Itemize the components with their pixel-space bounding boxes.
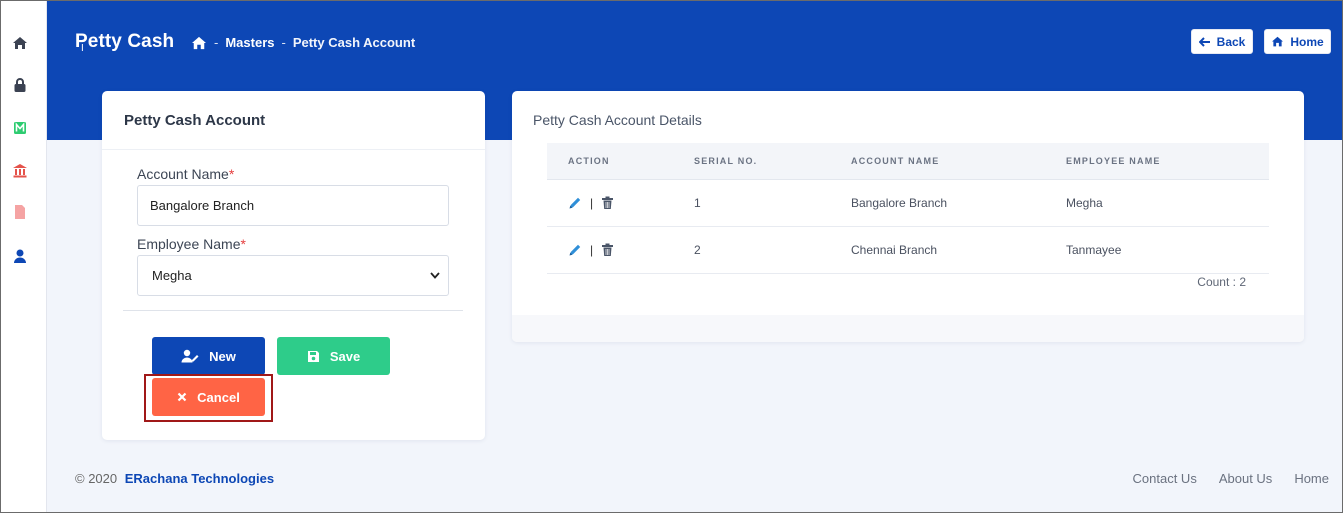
sidebar — [1, 1, 47, 512]
home-icon[interactable] — [191, 36, 207, 50]
table-row: | 1 Bangalore Branch Megha — [547, 179, 1269, 227]
new-button[interactable]: New — [152, 337, 265, 375]
column-header-action: ACTION — [547, 143, 694, 180]
employee-name-cell: Megha — [1066, 179, 1269, 227]
column-header-account: ACCOUNT NAME — [851, 143, 1066, 180]
footer-links: Contact Us About Us Home — [1133, 471, 1329, 486]
account-name-label: Account Name* — [137, 166, 234, 182]
required-mark: * — [240, 236, 246, 252]
record-count: Count : 2 — [1197, 275, 1246, 289]
lock-icon[interactable] — [11, 76, 29, 94]
page-title: Petty Cash — [75, 31, 175, 52]
card-footer — [512, 315, 1304, 342]
cancel-button[interactable]: Cancel — [152, 378, 265, 416]
employee-name-value: Megha — [152, 268, 192, 283]
user-icon[interactable] — [11, 247, 29, 265]
breadcrumb-separator: - — [281, 35, 286, 50]
m-badge-icon[interactable] — [11, 119, 29, 137]
company-link[interactable]: ERachana Technologies — [125, 471, 274, 486]
home-icon — [1272, 36, 1284, 47]
copyright: © 2020 ERachana Technologies — [75, 471, 274, 486]
petty-cash-account-form: Petty Cash Account Account Name* Bangalo… — [102, 91, 485, 440]
back-button-label: Back — [1216, 34, 1246, 49]
text-cursor-icon: I — [81, 43, 84, 54]
serial-cell: 1 — [694, 179, 851, 227]
footer-link-home[interactable]: Home — [1294, 471, 1329, 486]
action-cell: | — [547, 226, 694, 274]
floppy-disk-icon — [307, 350, 319, 362]
save-button-label: Save — [329, 348, 361, 364]
employee-name-label: Employee Name* — [137, 236, 246, 252]
document-icon[interactable] — [11, 203, 29, 221]
serial-cell: 2 — [694, 226, 851, 274]
action-cell: | — [547, 179, 694, 227]
footer-link-contact[interactable]: Contact Us — [1133, 471, 1197, 486]
petty-cash-account-details: Petty Cash Account Details ACTION SERIAL… — [512, 91, 1304, 342]
action-separator: | — [590, 195, 594, 210]
action-separator: | — [590, 242, 594, 257]
divider — [123, 310, 463, 311]
account-name-cell: Bangalore Branch — [851, 179, 1066, 227]
home-button-label: Home — [1290, 34, 1324, 49]
breadcrumb-current: Petty Cash Account — [292, 35, 416, 50]
account-name-cell: Chennai Branch — [851, 226, 1066, 274]
bank-icon[interactable] — [11, 161, 29, 179]
divider — [102, 149, 485, 150]
new-button-label: New — [209, 348, 236, 364]
breadcrumb: - Masters - Petty Cash Account — [191, 35, 415, 50]
save-button[interactable]: Save — [277, 337, 390, 375]
edit-pencil-icon[interactable] — [568, 196, 582, 210]
account-name-input[interactable]: Bangalore Branch — [137, 185, 449, 226]
account-name-label-text: Account Name — [137, 166, 229, 182]
form-title: Petty Cash Account — [124, 112, 266, 129]
copyright-year: © 2020 — [75, 471, 118, 486]
details-table: ACTION SERIAL NO. ACCOUNT NAME EMPLOYEE … — [547, 143, 1269, 274]
column-header-employee: EMPLOYEE NAME — [1066, 143, 1269, 180]
breadcrumb-masters[interactable]: Masters — [225, 35, 274, 50]
footer-link-about[interactable]: About Us — [1219, 471, 1272, 486]
back-button[interactable]: Back — [1191, 29, 1253, 54]
account-name-value: Bangalore Branch — [150, 198, 255, 213]
home-icon[interactable] — [11, 34, 29, 52]
home-button[interactable]: Home — [1264, 29, 1331, 54]
employee-name-label-text: Employee Name — [137, 236, 241, 252]
user-edit-icon — [181, 349, 199, 363]
table-header-row: ACTION SERIAL NO. ACCOUNT NAME EMPLOYEE … — [547, 143, 1269, 180]
table-row: | 2 Chennai Branch Tanmayee — [547, 226, 1269, 274]
breadcrumb-separator: - — [214, 35, 219, 50]
employee-name-select[interactable]: Megha — [137, 255, 449, 296]
trash-icon[interactable] — [601, 243, 614, 257]
edit-pencil-icon[interactable] — [568, 243, 582, 257]
arrow-left-icon — [1198, 36, 1210, 47]
chevron-down-icon — [430, 272, 440, 279]
close-icon — [177, 392, 187, 402]
employee-name-cell: Tanmayee — [1066, 226, 1269, 274]
details-title: Petty Cash Account Details — [533, 112, 702, 128]
column-header-serial: SERIAL NO. — [694, 143, 851, 180]
trash-icon[interactable] — [601, 196, 614, 210]
cancel-button-label: Cancel — [197, 389, 240, 405]
required-mark: * — [228, 166, 235, 182]
